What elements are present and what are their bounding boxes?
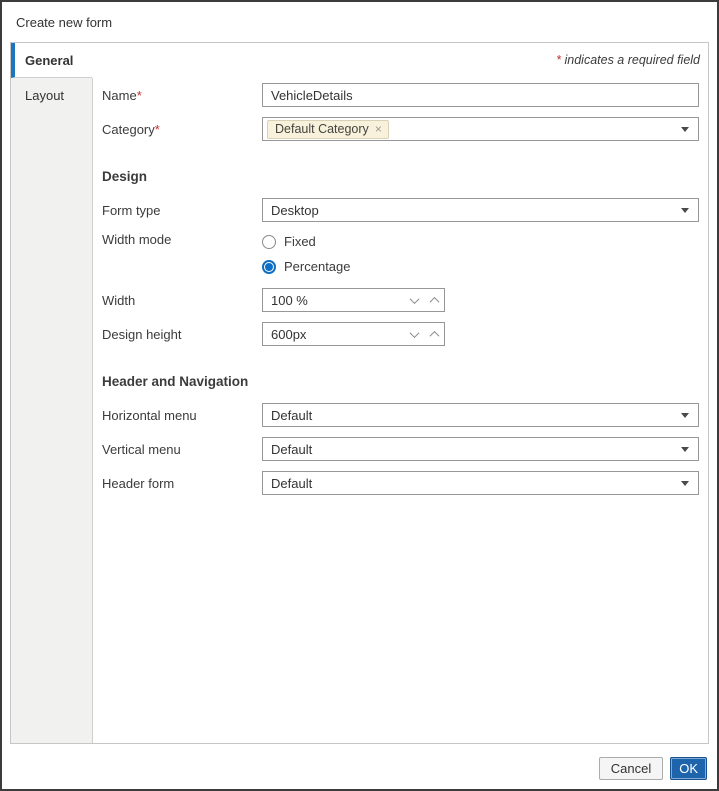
dropdown-caret-icon — [681, 207, 689, 213]
radio-option-fixed[interactable]: Fixed — [262, 234, 351, 249]
tab-panel: General Layout * indicates a required fi… — [10, 42, 709, 744]
width-spinner-down-button[interactable] — [404, 289, 424, 311]
radio-percentage-label: Percentage — [284, 259, 351, 274]
chevron-up-icon — [429, 296, 439, 307]
header-nav-section-title: Header and Navigation — [102, 374, 249, 389]
radio-option-percentage[interactable]: Percentage — [262, 259, 351, 274]
width-mode-label: Width mode — [102, 232, 172, 247]
category-label: Category* — [102, 121, 160, 137]
category-row: Category* Default Category × — [92, 117, 700, 141]
name-input[interactable] — [262, 83, 699, 107]
width-mode-radio-group: Fixed Percentage — [262, 232, 351, 274]
dropdown-caret-icon — [681, 480, 689, 486]
horizontal-menu-label: Horizontal menu — [102, 407, 197, 423]
design-height-spinner — [262, 322, 445, 346]
dropdown-caret-icon — [681, 412, 689, 418]
general-tab-content: * indicates a required field Name* Categ… — [92, 43, 708, 743]
form-type-value: Desktop — [271, 202, 319, 218]
width-label: Width — [102, 292, 136, 308]
header-form-label: Header form — [102, 475, 175, 491]
ok-button[interactable]: OK — [670, 757, 707, 780]
tab-layout[interactable]: Layout — [11, 78, 92, 113]
chip-remove-icon[interactable]: × — [375, 123, 382, 135]
tab-sidebar: General Layout — [11, 43, 92, 743]
header-form-row: Header form Default — [92, 471, 700, 495]
name-row: Name* — [92, 83, 700, 107]
form-type-label: Form type — [102, 202, 161, 218]
form-type-dropdown[interactable]: Desktop — [262, 198, 699, 222]
name-label: Name* — [102, 87, 142, 103]
tab-layout-label: Layout — [25, 88, 65, 103]
width-spinner — [262, 288, 445, 312]
radio-fixed-label: Fixed — [284, 234, 316, 249]
create-form-dialog: Create new form General Layout * indicat… — [0, 0, 719, 791]
design-height-spinner-down-button[interactable] — [404, 323, 424, 345]
name-required-asterisk: * — [136, 87, 142, 103]
design-height-spinner-up-button[interactable] — [424, 323, 444, 345]
required-asterisk: * — [556, 53, 562, 67]
chevron-up-icon — [429, 330, 439, 341]
category-tag-label: Default Category — [275, 121, 369, 136]
required-field-note: * indicates a required field — [92, 53, 700, 67]
horizontal-menu-dropdown[interactable]: Default — [262, 403, 699, 427]
vertical-menu-row: Vertical menu Default — [92, 437, 700, 461]
form-type-row: Form type Desktop — [92, 198, 700, 222]
category-multiselect[interactable]: Default Category × — [262, 117, 699, 141]
tab-general-label: General — [25, 52, 74, 68]
radio-unselected-icon[interactable] — [262, 234, 276, 249]
sidebar-divider — [92, 78, 93, 743]
horizontal-menu-value: Default — [271, 407, 313, 423]
dialog-title: Create new form — [16, 15, 113, 30]
vertical-menu-dropdown[interactable]: Default — [262, 437, 699, 461]
cancel-button[interactable]: Cancel — [598, 757, 664, 780]
design-height-input[interactable] — [263, 326, 404, 342]
dropdown-caret-icon — [681, 126, 689, 132]
header-form-value: Default — [271, 475, 313, 491]
vertical-menu-value: Default — [271, 441, 313, 457]
horizontal-menu-row: Horizontal menu Default — [92, 403, 700, 427]
width-mode-row: Width mode Fixed Percentage — [92, 232, 700, 274]
category-tag-chip: Default Category × — [267, 119, 389, 139]
width-row: Width — [92, 288, 700, 312]
design-section-title: Design — [102, 169, 148, 184]
vertical-menu-label: Vertical menu — [102, 441, 181, 457]
width-spinner-up-button[interactable] — [424, 289, 444, 311]
design-height-row: Design height — [92, 322, 700, 346]
chevron-down-icon — [409, 293, 419, 304]
dialog-footer: Cancel OK — [598, 757, 707, 780]
required-note-text: indicates a required field — [564, 53, 701, 67]
tab-general[interactable]: General — [11, 43, 92, 78]
width-input[interactable] — [263, 292, 404, 308]
design-height-label: Design height — [102, 326, 182, 342]
header-form-dropdown[interactable]: Default — [262, 471, 699, 495]
radio-selected-icon[interactable] — [262, 259, 276, 274]
dropdown-caret-icon — [681, 446, 689, 452]
category-required-asterisk: * — [154, 121, 160, 137]
chevron-down-icon — [409, 327, 419, 338]
